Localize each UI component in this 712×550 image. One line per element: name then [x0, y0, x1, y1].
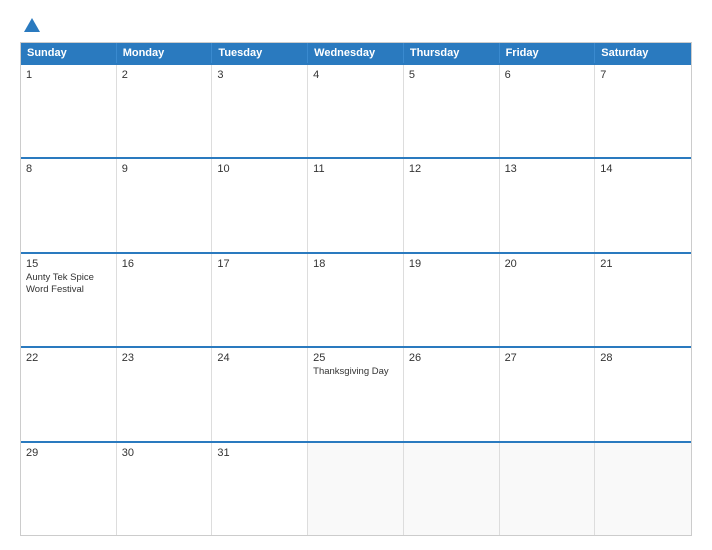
day-number: 26 [409, 352, 494, 364]
day-number: 2 [122, 69, 207, 81]
day-cell: 13 [500, 159, 596, 251]
day-header-wednesday: Wednesday [308, 43, 404, 63]
calendar-body: 123456789101112131415Aunty Tek Spice Wor… [21, 63, 691, 535]
day-number: 28 [600, 352, 686, 364]
day-cell: 19 [404, 254, 500, 346]
day-cell: 24 [212, 348, 308, 440]
day-cell: 25 Thanksgiving Day [308, 348, 404, 440]
day-header-friday: Friday [500, 43, 596, 63]
day-cell: 27 [500, 348, 596, 440]
day-number: 14 [600, 163, 686, 175]
day-number: 21 [600, 258, 686, 270]
day-number: 24 [217, 352, 302, 364]
day-header-saturday: Saturday [595, 43, 691, 63]
day-number: 27 [505, 352, 590, 364]
day-number: 1 [26, 69, 111, 81]
day-cell: 23 [117, 348, 213, 440]
event-label: Aunty Tek Spice Word Festival [26, 272, 111, 297]
day-cell: 28 [595, 348, 691, 440]
day-number: 10 [217, 163, 302, 175]
day-cell: 16 [117, 254, 213, 346]
day-cell [500, 443, 596, 535]
day-cell: 2 [117, 65, 213, 157]
day-number: 22 [26, 352, 111, 364]
day-cell: 20 [500, 254, 596, 346]
day-header-tuesday: Tuesday [212, 43, 308, 63]
day-number: 29 [26, 447, 111, 459]
day-cell: 30 [117, 443, 213, 535]
day-number: 20 [505, 258, 590, 270]
day-cell: 22 [21, 348, 117, 440]
day-number: 18 [313, 258, 398, 270]
day-cell: 21 [595, 254, 691, 346]
day-number: 8 [26, 163, 111, 175]
day-number: 25 [313, 352, 398, 364]
logo-triangle-icon [24, 18, 40, 32]
day-cell: 11 [308, 159, 404, 251]
day-cell: 17 [212, 254, 308, 346]
day-cell: 3 [212, 65, 308, 157]
day-number: 16 [122, 258, 207, 270]
day-number: 13 [505, 163, 590, 175]
day-cell: 10 [212, 159, 308, 251]
day-cell: 18 [308, 254, 404, 346]
calendar-header: SundayMondayTuesdayWednesdayThursdayFrid… [21, 43, 691, 63]
header [20, 18, 692, 34]
day-number: 5 [409, 69, 494, 81]
day-cell: 5 [404, 65, 500, 157]
week-row-3: 15 Aunty Tek Spice Word Festival 16 17 18 19 2… [21, 252, 691, 346]
day-header-sunday: Sunday [21, 43, 117, 63]
day-cell: 6 [500, 65, 596, 157]
day-cell: 4 [308, 65, 404, 157]
day-cell: 1 [21, 65, 117, 157]
day-cell: 15 Aunty Tek Spice Word Festival [21, 254, 117, 346]
week-row-4: 22 23 24 25 Thanksgiving Day 26 27 28 [21, 346, 691, 440]
page: SundayMondayTuesdayWednesdayThursdayFrid… [0, 0, 712, 550]
day-number: 6 [505, 69, 590, 81]
day-number: 30 [122, 447, 207, 459]
day-number: 19 [409, 258, 494, 270]
week-row-2: 89 10 11 12 13 14 [21, 157, 691, 251]
day-cell [308, 443, 404, 535]
week-row-1: 1234567 [21, 63, 691, 157]
logo [20, 18, 40, 34]
day-cell: 9 [117, 159, 213, 251]
week-row-5: 29 30 31 [21, 441, 691, 535]
day-number: 11 [313, 163, 398, 175]
day-cell: 8 [21, 159, 117, 251]
day-number: 3 [217, 69, 302, 81]
day-number: 31 [217, 447, 302, 459]
day-number: 23 [122, 352, 207, 364]
event-label: Thanksgiving Day [313, 366, 398, 378]
day-cell: 7 [595, 65, 691, 157]
day-cell: 12 [404, 159, 500, 251]
day-cell [595, 443, 691, 535]
day-header-monday: Monday [117, 43, 213, 63]
day-number: 4 [313, 69, 398, 81]
day-cell [404, 443, 500, 535]
calendar: SundayMondayTuesdayWednesdayThursdayFrid… [20, 42, 692, 536]
day-number: 7 [600, 69, 686, 81]
day-cell: 31 [212, 443, 308, 535]
day-number: 12 [409, 163, 494, 175]
day-number: 15 [26, 258, 111, 270]
day-number: 17 [217, 258, 302, 270]
day-cell: 29 [21, 443, 117, 535]
day-header-thursday: Thursday [404, 43, 500, 63]
day-number: 9 [122, 163, 207, 175]
day-cell: 26 [404, 348, 500, 440]
day-cell: 14 [595, 159, 691, 251]
